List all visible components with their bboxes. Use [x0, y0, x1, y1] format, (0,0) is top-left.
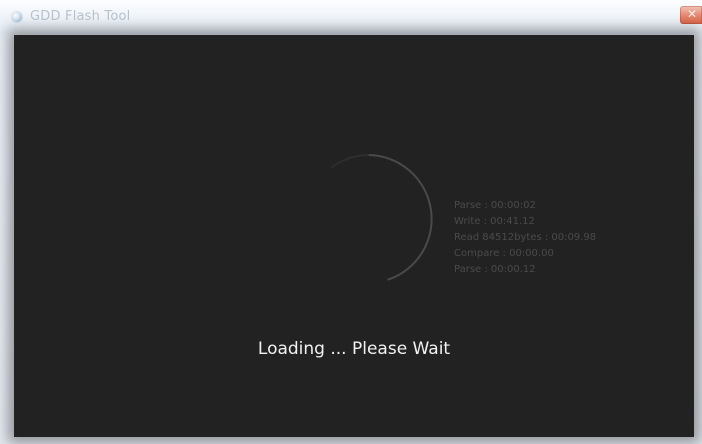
stat-parse: Parse : 00:00:02: [454, 200, 536, 211]
stat-compare: Compare : 00:00.00: [454, 248, 554, 259]
window-title: GDD Flash Tool: [30, 9, 131, 24]
app-window: GDD Flash Tool ✕ Parse : 00:00:02 Write …: [0, 0, 702, 444]
title-bar[interactable]: GDD Flash Tool ✕: [0, 0, 702, 34]
loading-message: Loading ... Please Wait: [257, 339, 451, 359]
close-button[interactable]: ✕: [680, 6, 702, 24]
progress-stats: Parse : 00:00:02 Write : 00:41.12 Read 8…: [454, 198, 596, 278]
loading-panel: Parse : 00:00:02 Write : 00:41.12 Read 8…: [14, 35, 694, 437]
stat-parse-final: Parse : 00:00.12: [454, 264, 536, 275]
loading-spinner-icon: [331, 154, 433, 281]
close-icon: ✕: [687, 7, 698, 21]
stat-read: Read 84512bytes : 00:09.98: [454, 232, 597, 243]
app-icon: [12, 12, 22, 22]
stat-write: Write : 00:41.12: [454, 216, 535, 227]
